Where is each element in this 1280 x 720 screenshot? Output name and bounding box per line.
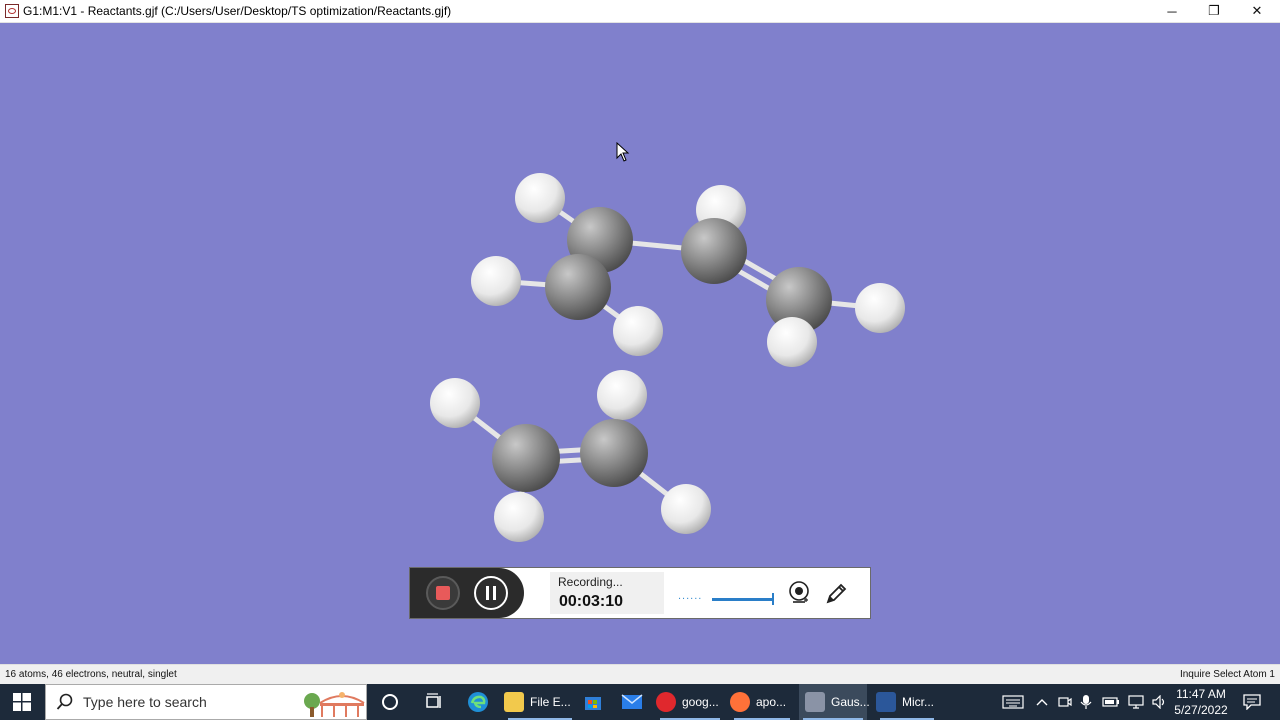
hydrogen-atom xyxy=(855,283,905,333)
cortana-icon xyxy=(382,694,398,710)
hydrogen-atom xyxy=(661,484,711,534)
meet-now-icon[interactable] xyxy=(1058,694,1072,710)
taskbar-search-box[interactable]: Type here to search xyxy=(45,684,367,720)
hydrogen-atom xyxy=(494,492,544,542)
webcam-icon[interactable] xyxy=(788,581,810,605)
chevron-up-icon[interactable] xyxy=(1036,697,1048,707)
close-icon: ✕ xyxy=(1251,3,1263,18)
minimize-button[interactable]: ─ xyxy=(1150,0,1194,22)
volume-icon[interactable] xyxy=(1152,695,1168,709)
recording-status: Recording... 00:03:10 xyxy=(550,572,664,614)
windows-taskbar: Type here to search File E... goog... ap… xyxy=(0,684,1280,720)
pause-recording-button[interactable] xyxy=(474,576,508,610)
audio-level-dots: ...... xyxy=(678,590,703,602)
taskbar-app-firefox[interactable]: apo... xyxy=(730,684,794,720)
recording-label: Recording... xyxy=(558,575,623,589)
search-highlight-illustration xyxy=(304,692,365,717)
clock-date: 5/27/2022 xyxy=(1174,703,1228,717)
search-placeholder: Type here to search xyxy=(83,694,207,710)
opera-icon xyxy=(656,692,676,712)
word-icon xyxy=(876,692,896,712)
mail-icon xyxy=(621,694,643,709)
window-titlebar: G1:M1:V1 - Reactants.gjf (C:/Users/User/… xyxy=(0,0,1280,23)
screen-recorder-toolbar: Recording... 00:03:10 ...... xyxy=(409,567,871,619)
hydrogen-atom xyxy=(430,378,480,428)
edge-icon xyxy=(468,692,488,712)
taskbar-app-gaussview[interactable]: Gaus... xyxy=(799,684,870,720)
hydrogen-atom xyxy=(597,370,647,420)
taskbar-app-label: goog... xyxy=(682,695,719,709)
task-view-button[interactable] xyxy=(416,684,452,720)
start-button[interactable] xyxy=(0,684,44,720)
stop-recording-button[interactable] xyxy=(426,576,460,610)
taskbar-app-word[interactable]: Micr... xyxy=(876,684,938,720)
taskbar-app-file-explorer[interactable]: File E... xyxy=(504,684,576,720)
window-title: G1:M1:V1 - Reactants.gjf (C:/Users/User/… xyxy=(23,4,452,18)
taskbar-app-opera[interactable]: goog... xyxy=(656,684,724,720)
mail-button[interactable] xyxy=(617,684,647,720)
action-center-button[interactable] xyxy=(1238,684,1266,720)
gaussview-app-icon[interactable] xyxy=(5,4,19,18)
search-icon xyxy=(56,693,73,710)
task-view-icon xyxy=(426,693,441,708)
recorder-controls xyxy=(410,568,524,618)
input-keyboard-icon[interactable] xyxy=(1002,694,1024,710)
taskbar-app-label: Micr... xyxy=(902,695,934,709)
carbon-atom xyxy=(681,218,747,284)
molecule-info: 16 atoms, 46 electrons, neutral, singlet xyxy=(5,669,177,680)
gaussview-icon xyxy=(805,692,825,712)
restore-button[interactable]: ❐ xyxy=(1192,0,1236,22)
mouse-mode: Inquire Select Atom 1 xyxy=(1179,669,1275,680)
status-bar: 16 atoms, 46 electrons, neutral, singlet… xyxy=(0,664,1280,685)
hydrogen-atom xyxy=(767,317,817,367)
store-icon xyxy=(585,697,601,710)
network-icon[interactable] xyxy=(1128,695,1146,709)
notification-icon xyxy=(1243,694,1261,710)
hydrogen-atom xyxy=(515,173,565,223)
microphone-icon[interactable] xyxy=(1080,694,1092,710)
folder-icon xyxy=(504,692,524,712)
system-clock[interactable]: 11:47 AM 5/27/2022 xyxy=(1170,686,1232,718)
close-window-button[interactable]: ✕ xyxy=(1235,0,1279,22)
windows-logo-icon xyxy=(13,693,31,711)
minimize-icon: ─ xyxy=(1167,3,1177,19)
hydrogen-atom xyxy=(471,256,521,306)
hydrogen-atom xyxy=(613,306,663,356)
taskbar-app-label: Gaus... xyxy=(831,695,870,709)
store-button[interactable] xyxy=(578,684,608,720)
cortana-button[interactable] xyxy=(372,684,408,720)
carbon-atom xyxy=(545,254,611,320)
system-tray xyxy=(1002,684,1168,720)
clock-time: 11:47 AM xyxy=(1176,687,1226,701)
carbon-atom xyxy=(580,419,648,487)
taskbar-app-label: File E... xyxy=(530,695,571,709)
carbon-atom xyxy=(492,424,560,492)
taskbar-app-label: apo... xyxy=(756,695,787,709)
restore-icon: ❐ xyxy=(1208,3,1220,18)
audio-volume-slider[interactable] xyxy=(712,593,774,605)
recording-timer: 00:03:10 xyxy=(559,593,624,610)
mouse-cursor-icon xyxy=(616,142,630,162)
pen-icon[interactable] xyxy=(824,582,848,606)
edge-button[interactable] xyxy=(460,684,496,720)
firefox-icon xyxy=(730,692,750,712)
battery-icon[interactable] xyxy=(1102,696,1120,708)
